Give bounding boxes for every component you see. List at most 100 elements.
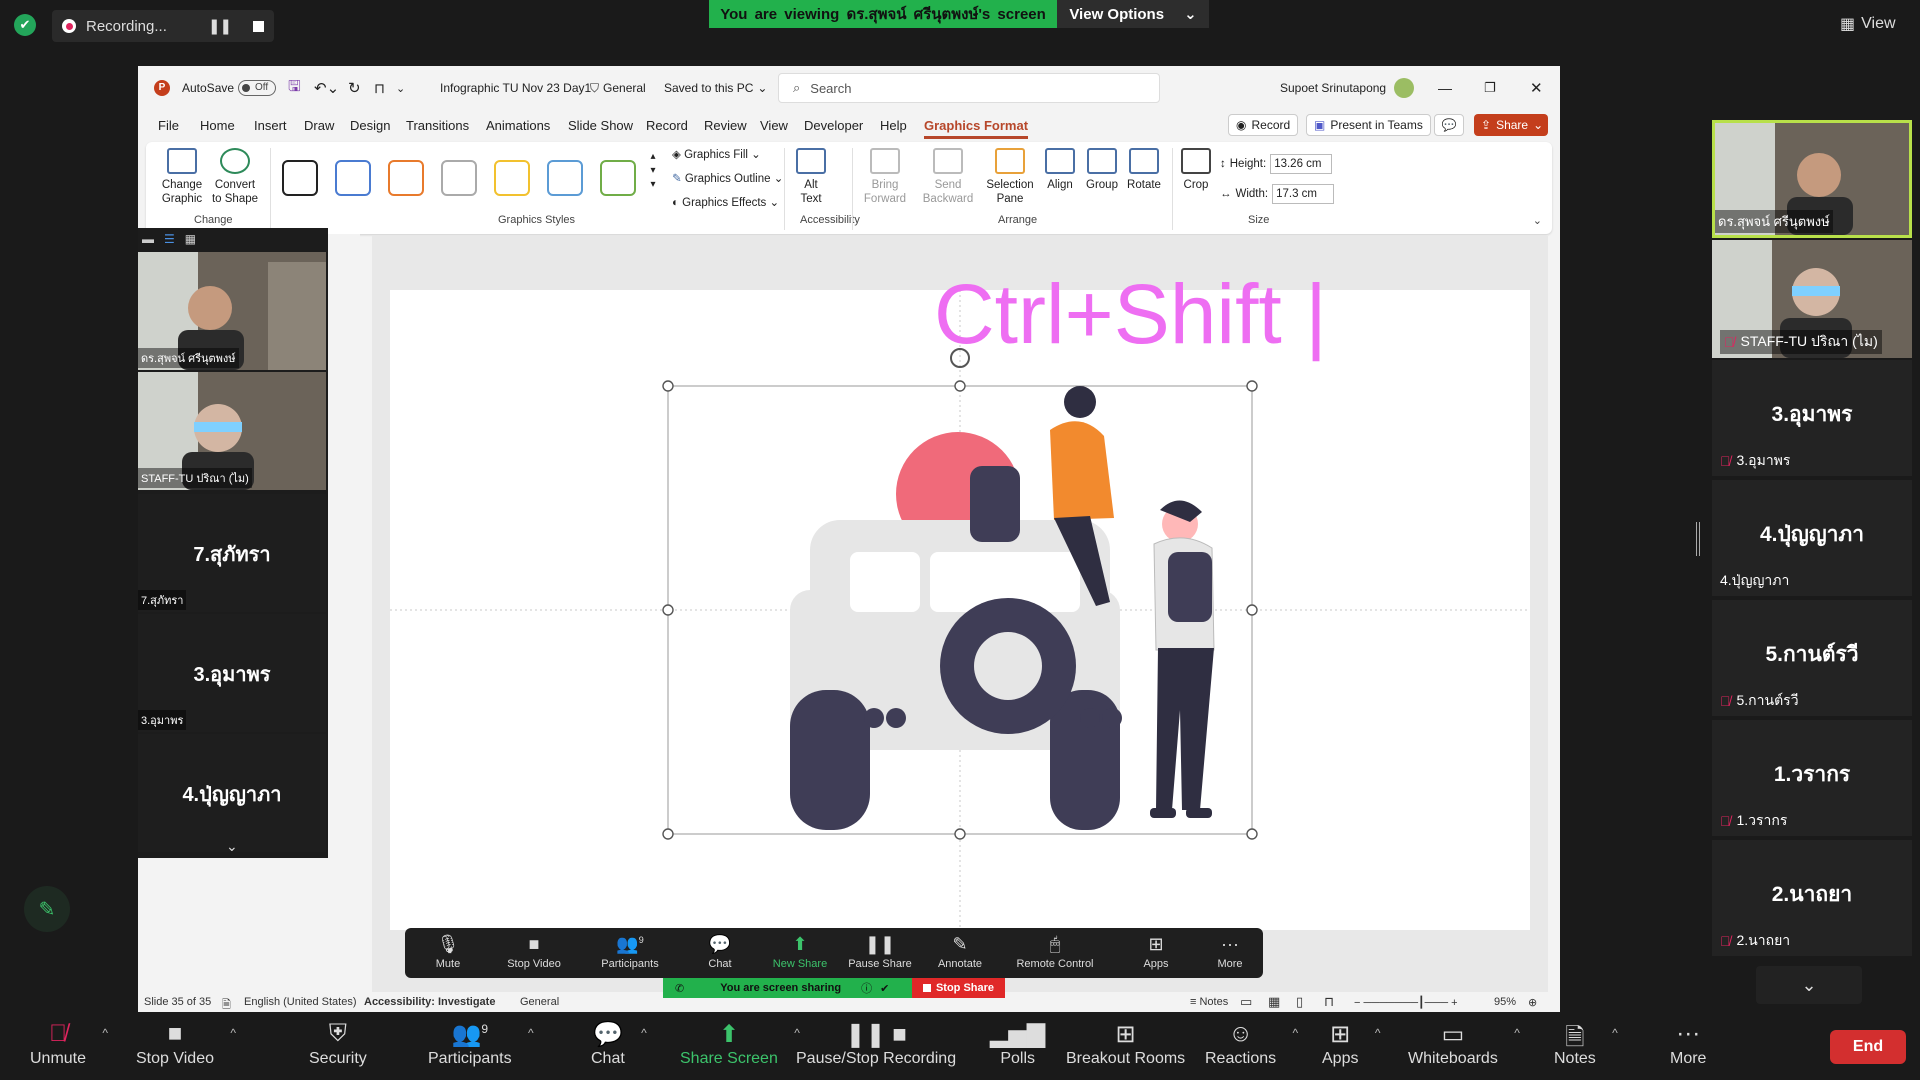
- tab-insert[interactable]: Insert: [254, 118, 287, 133]
- crop-button[interactable]: Crop: [1180, 148, 1212, 192]
- tab-developer[interactable]: Developer: [804, 118, 863, 133]
- search-input[interactable]: ⌕ Search: [778, 73, 1160, 103]
- breakout-rooms-button[interactable]: ⊞ Breakout Rooms: [1066, 1020, 1185, 1068]
- save-icon[interactable]: 🖫: [288, 66, 301, 110]
- tab-design[interactable]: Design: [350, 118, 390, 133]
- customize-qat-icon[interactable]: ⌄: [396, 66, 405, 110]
- chevron-up-icon[interactable]: ^: [1514, 1026, 1520, 1040]
- restore-icon[interactable]: ❐: [1484, 66, 1496, 110]
- align-button[interactable]: Align: [1042, 148, 1078, 192]
- security-shield-icon[interactable]: ✔: [14, 14, 36, 36]
- slideshow-view-icon[interactable]: ⊓: [1324, 994, 1334, 1010]
- participant-tile-right[interactable]: 3.อุมาพร 🎙̸ 3.อุมาพร: [1712, 360, 1912, 476]
- video-tile-host-right[interactable]: ดร.สุพจน์ ศรีนุตพงษ์: [1712, 120, 1912, 238]
- mute-button[interactable]: 🎙 Mute: [413, 934, 483, 970]
- stop-recording-icon[interactable]: [253, 20, 264, 32]
- convert-to-shape-button[interactable]: Convert to Shape: [210, 148, 260, 206]
- participant-tile-right[interactable]: 5.กานต์รวี 🎙̸ 5.กานต์รวี: [1712, 600, 1912, 716]
- participants-button[interactable]: 👥9 Participants ^: [428, 1020, 534, 1068]
- zoom-slider[interactable]: − ───────┃─── +: [1354, 996, 1458, 1009]
- notes-button[interactable]: 🗎 Notes ^: [1554, 1020, 1618, 1068]
- panel-resize-handle[interactable]: [1696, 522, 1700, 556]
- saved-status[interactable]: Saved to this PC ⌄: [664, 66, 767, 110]
- pause-stop-recording-button[interactable]: ❚❚ ■ Pause/Stop Recording: [796, 1020, 956, 1068]
- share-button[interactable]: ⇪ Share ⌄: [1474, 114, 1548, 136]
- participant-tile-right[interactable]: 1.วรากร 🎙̸ 1.วรากร: [1712, 720, 1912, 836]
- graphics-style-swatch-7[interactable]: [600, 160, 636, 196]
- chevron-up-icon[interactable]: ^: [230, 1026, 236, 1040]
- sensitivity-label[interactable]: ⛉ General: [590, 66, 646, 110]
- tab-home[interactable]: Home: [200, 118, 235, 133]
- chevron-down-icon[interactable]: ⌄: [226, 838, 238, 855]
- change-graphic-button[interactable]: Change Graphic: [158, 148, 206, 206]
- graphics-style-swatch-6[interactable]: [547, 160, 583, 196]
- unmute-button[interactable]: 🎙̸ Unmute ^: [30, 1020, 108, 1068]
- chat-button[interactable]: 💬 Chat ^: [591, 1020, 647, 1068]
- zoom-level[interactable]: 95%: [1494, 996, 1516, 1008]
- autosave-toggle[interactable]: Off: [238, 66, 276, 110]
- comments-icon[interactable]: 💬: [1434, 114, 1464, 136]
- participant-tile[interactable]: 7.สุภัทรา 7.สุภัทรา: [138, 494, 326, 612]
- graphics-style-swatch-4[interactable]: [441, 160, 477, 196]
- whiteboards-button[interactable]: ▭ Whiteboards ^: [1408, 1020, 1520, 1068]
- participant-tile[interactable]: 3.อุมาพร 3.อุมาพร: [138, 614, 326, 732]
- annotation-pencil-icon[interactable]: ✎: [24, 886, 70, 932]
- chevron-up-icon[interactable]: ^: [1612, 1026, 1618, 1040]
- group-button[interactable]: Group: [1084, 148, 1120, 192]
- chevron-up-icon[interactable]: ^: [528, 1026, 534, 1040]
- normal-view-icon[interactable]: ▭: [1240, 994, 1252, 1010]
- width-input[interactable]: 17.3 cm: [1272, 184, 1335, 204]
- tab-review[interactable]: Review: [704, 118, 747, 133]
- notes-button[interactable]: ≡ Notes: [1190, 996, 1228, 1008]
- tab-view[interactable]: View: [760, 118, 788, 133]
- share-screen-button[interactable]: ⬆ Share Screen ^: [680, 1020, 800, 1068]
- apps-button[interactable]: ⊞ Apps ^: [1322, 1020, 1380, 1068]
- alt-text-button[interactable]: Alt Text: [794, 148, 828, 206]
- slide-sorter-icon[interactable]: ▦: [1268, 994, 1280, 1010]
- participant-tile-right[interactable]: 2.นาถยา 🎙̸ 2.นาถยา: [1712, 840, 1912, 956]
- tab-graphics-format[interactable]: Graphics Format: [924, 118, 1029, 139]
- reactions-button[interactable]: ☺ Reactions ^: [1205, 1020, 1298, 1068]
- remote-control-button[interactable]: 🖱 Remote Control: [1005, 934, 1105, 970]
- thumbnail-scrollbar[interactable]: [360, 238, 372, 988]
- present-icon[interactable]: ⊓: [374, 66, 385, 110]
- view-button[interactable]: ▦ View: [1840, 12, 1910, 36]
- avatar[interactable]: [1394, 66, 1414, 110]
- apps-button[interactable]: ⊞ Apps: [1121, 934, 1191, 970]
- chevron-up-icon[interactable]: ^: [1375, 1026, 1381, 1040]
- tab-record[interactable]: Record: [646, 118, 688, 133]
- height-input[interactable]: 13.26 cm: [1270, 154, 1333, 174]
- accessibility-status[interactable]: Accessibility: Investigate: [364, 996, 495, 1008]
- slide-text-box[interactable]: Ctrl+Shift |: [934, 266, 1334, 363]
- annotate-button[interactable]: ✎ Annotate: [925, 934, 995, 970]
- strip-view-switcher[interactable]: ▬ ☰ ▦: [142, 232, 196, 246]
- collapse-ribbon-icon[interactable]: ⌄: [1533, 214, 1542, 227]
- styles-more-icon[interactable]: ▴ ▾ ▾: [648, 150, 658, 192]
- strip-view-icon[interactable]: ☰: [164, 232, 175, 246]
- pause-share-button[interactable]: ❚❚ Pause Share: [845, 934, 915, 970]
- graphics-fill-button[interactable]: ◈ Graphics Fill ⌄: [672, 148, 761, 162]
- chevron-up-icon[interactable]: ^: [641, 1026, 647, 1040]
- present-in-teams-button[interactable]: ▣ Present in Teams: [1306, 114, 1431, 136]
- send-backward-button[interactable]: Send Backward: [920, 148, 976, 206]
- tab-help[interactable]: Help: [880, 118, 907, 133]
- rotate-button[interactable]: Rotate: [1124, 148, 1164, 192]
- selection-pane-button[interactable]: Selection Pane: [986, 148, 1034, 206]
- video-tile-staff[interactable]: STAFF-TU ปริณา (ไม): [138, 372, 326, 490]
- end-meeting-button[interactable]: End: [1830, 1030, 1906, 1064]
- graphics-effects-button[interactable]: ◐ Graphics Effects ⌄: [672, 196, 779, 210]
- stop-video-button[interactable]: ■ Stop Video: [491, 934, 577, 970]
- tab-transitions[interactable]: Transitions: [406, 118, 469, 133]
- reading-view-icon[interactable]: ▯: [1296, 994, 1303, 1010]
- participant-tile[interactable]: 4.ปุ่ญญาภา: [138, 734, 326, 852]
- pause-recording-icon[interactable]: ❚❚: [208, 17, 232, 35]
- bring-forward-button[interactable]: Bring Forward: [860, 148, 910, 206]
- graphics-style-swatch-2[interactable]: [335, 160, 371, 196]
- chevron-up-icon[interactable]: ^: [102, 1026, 108, 1040]
- sensitivity-status[interactable]: General: [520, 996, 559, 1008]
- tab-file[interactable]: File: [158, 118, 179, 133]
- video-tile-host[interactable]: ดร.สุพจน์ ศรีนุตพงษ์: [138, 252, 326, 370]
- graphics-style-swatch-5[interactable]: [494, 160, 530, 196]
- tab-slide-show[interactable]: Slide Show: [568, 118, 633, 133]
- stop-video-button[interactable]: ■ Stop Video ^: [136, 1020, 236, 1068]
